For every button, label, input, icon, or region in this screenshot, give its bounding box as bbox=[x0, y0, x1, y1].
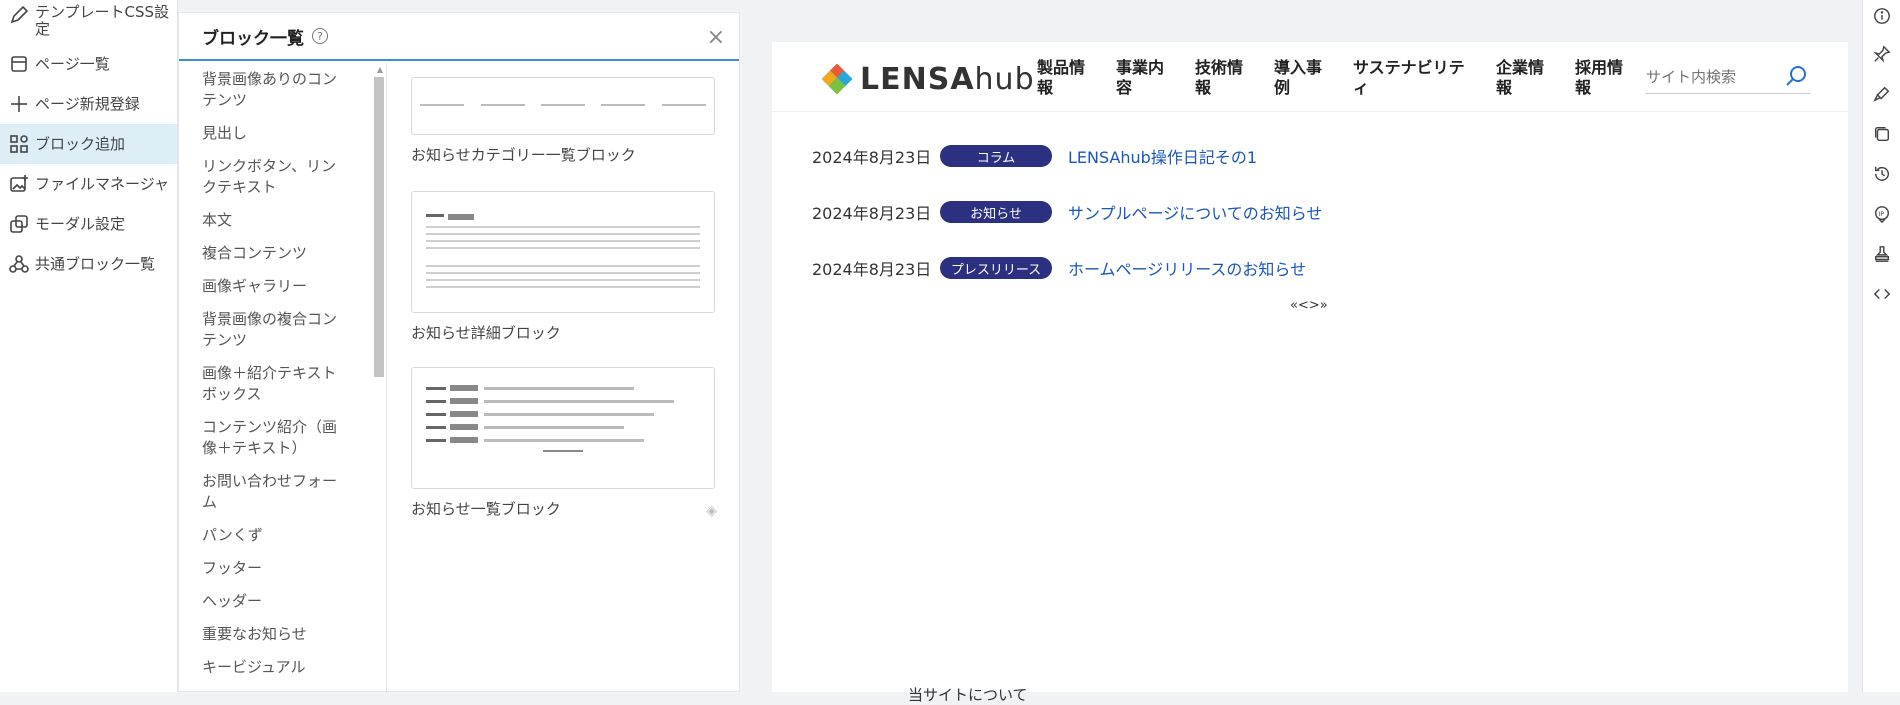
block-panel: ブロック一覧 ? × 背景画像ありのコンテンツ 見出し リンクボタン、リンクテキ… bbox=[178, 12, 740, 693]
logo-main: LENSA bbox=[860, 62, 975, 97]
category-item[interactable]: コンテンツ紹介（画像＋テキスト） bbox=[179, 411, 386, 465]
site-search bbox=[1646, 60, 1810, 94]
category-item[interactable]: 本文 bbox=[179, 204, 386, 237]
nav-label: ブロック追加 bbox=[35, 134, 126, 153]
image-add-icon bbox=[8, 173, 30, 195]
block-thumbnail bbox=[411, 191, 715, 313]
news-tag[interactable]: プレスリリース bbox=[940, 257, 1052, 279]
category-item[interactable]: キービジュアル bbox=[179, 651, 386, 684]
news-tag[interactable]: お知らせ bbox=[940, 201, 1052, 223]
nav-shared-blocks[interactable]: 共通ブロック一覧 bbox=[0, 244, 177, 284]
block-thumbnail bbox=[411, 367, 715, 489]
news-row: 2024年8月23日 コラム LENSAhub操作日記その1 bbox=[812, 128, 1322, 184]
block-thumbnail bbox=[411, 77, 715, 135]
news-list: 2024年8月23日 コラム LENSAhub操作日記その1 2024年8月23… bbox=[812, 128, 1322, 296]
shared-blocks-icon bbox=[8, 253, 30, 275]
block-card[interactable]: お知らせ一覧ブロック ◈ bbox=[411, 367, 717, 519]
right-toolbar: IP bbox=[1862, 0, 1900, 692]
modal-icon bbox=[8, 213, 30, 235]
footer-heading: 当サイトについて bbox=[908, 686, 1028, 704]
category-item[interactable]: パンくず bbox=[179, 519, 386, 552]
nav-label: ページ新規登録 bbox=[35, 94, 140, 113]
page-preview: LENSAhub 製品情報 事業内容 技術情報 導入事例 サステナビリティ 企業… bbox=[772, 42, 1848, 704]
news-tag[interactable]: コラム bbox=[940, 145, 1052, 167]
panel-title: ブロック一覧 bbox=[202, 28, 304, 49]
news-date: 2024年8月23日 bbox=[812, 260, 932, 279]
ip-icon[interactable]: IP bbox=[1872, 204, 1892, 224]
pencil-icon bbox=[8, 4, 30, 26]
svg-text:IP: IP bbox=[1878, 211, 1884, 218]
news-row: 2024年8月23日 お知らせ サンプルページについてのお知らせ bbox=[812, 184, 1322, 240]
nav-page-new[interactable]: ページ新規登録 bbox=[0, 84, 177, 124]
logo-sub: hub bbox=[974, 62, 1035, 97]
nav-label: ページ一覧 bbox=[35, 54, 110, 73]
site-search-input[interactable] bbox=[1646, 67, 1772, 86]
code-icon[interactable] bbox=[1872, 284, 1892, 304]
help-icon[interactable]: ? bbox=[312, 28, 328, 44]
logo-text: LENSAhub bbox=[860, 62, 1035, 97]
nav-label: ファイルマネージャ bbox=[35, 174, 169, 193]
category-item[interactable]: ヘッダー bbox=[179, 585, 386, 618]
news-date: 2024年8月23日 bbox=[812, 204, 932, 223]
stack-icon: ◈ bbox=[706, 503, 717, 519]
category-item[interactable]: 見出し bbox=[179, 117, 386, 150]
nav-label: モーダル設定 bbox=[35, 214, 126, 233]
nav-add-block[interactable]: ブロック追加 bbox=[0, 124, 177, 164]
blocks-icon bbox=[8, 133, 30, 155]
gnav-item[interactable]: 事業内容 bbox=[1116, 58, 1168, 98]
category-item[interactable]: 背景画像の複合コンテンツ bbox=[179, 303, 386, 357]
left-nav: テンプレートCSS設定 ページ一覧 ページ新規登録 ブロック追加 ファイルマネー… bbox=[0, 0, 178, 692]
news-row: 2024年8月23日 プレスリリース ホームページリリースのお知らせ bbox=[812, 240, 1322, 296]
pin-icon[interactable] bbox=[1872, 44, 1892, 64]
news-title-link[interactable]: ホームページリリースのお知らせ bbox=[1068, 256, 1306, 280]
category-scrollbar[interactable] bbox=[374, 77, 384, 377]
block-label: お知らせカテゴリー一覧ブロック bbox=[411, 146, 636, 164]
layers-icon[interactable] bbox=[1872, 124, 1892, 144]
global-nav: 製品情報 事業内容 技術情報 導入事例 サステナビリティ 企業情報 採用情報 bbox=[1037, 58, 1654, 98]
news-title-link[interactable]: LENSAhub操作日記その1 bbox=[1068, 144, 1257, 168]
block-label: お知らせ詳細ブロック bbox=[411, 324, 561, 342]
panel-header: ブロック一覧 ? × bbox=[179, 13, 739, 61]
block-card[interactable]: お知らせカテゴリー一覧ブロック bbox=[411, 77, 717, 165]
site-header: LENSAhub 製品情報 事業内容 技術情報 導入事例 サステナビリティ 企業… bbox=[772, 42, 1848, 112]
category-item[interactable]: 画像ギャラリー bbox=[179, 270, 386, 303]
block-label: お知らせ一覧ブロック bbox=[411, 500, 561, 518]
stamp-icon[interactable] bbox=[1872, 244, 1892, 264]
gnav-item[interactable]: 技術情報 bbox=[1195, 58, 1247, 98]
history-icon[interactable] bbox=[1872, 164, 1892, 184]
search-icon[interactable] bbox=[1784, 64, 1810, 90]
category-item[interactable]: 画像＋紹介テキストボックス bbox=[179, 357, 386, 411]
brush-icon[interactable] bbox=[1872, 84, 1892, 104]
category-item[interactable]: リンクボタン、リンクテキスト bbox=[179, 150, 386, 204]
news-title-link[interactable]: サンプルページについてのお知らせ bbox=[1068, 200, 1322, 224]
nav-page-list[interactable]: ページ一覧 bbox=[0, 44, 177, 84]
plus-icon bbox=[8, 93, 30, 115]
close-icon[interactable]: × bbox=[707, 25, 725, 50]
block-card[interactable]: お知らせ詳細ブロック bbox=[411, 191, 717, 343]
category-item[interactable]: 重要なお知らせ bbox=[179, 618, 386, 651]
category-list: 背景画像ありのコンテンツ 見出し リンクボタン、リンクテキスト 本文 複合コンテ… bbox=[179, 63, 387, 693]
gnav-item[interactable]: サステナビリティ bbox=[1353, 58, 1469, 98]
nav-label: 共通ブロック一覧 bbox=[35, 254, 156, 273]
scroll-up-arrow-icon[interactable]: ▲ bbox=[377, 65, 383, 74]
nav-file-manager[interactable]: ファイルマネージャ bbox=[0, 164, 177, 204]
site-logo[interactable]: LENSAhub bbox=[822, 62, 1035, 97]
lensa-logo-icon bbox=[822, 63, 853, 94]
category-item[interactable]: お問い合わせフォーム bbox=[179, 465, 386, 519]
category-item[interactable]: 背景画像ありのコンテンツ bbox=[179, 63, 386, 117]
nav-label: テンプレートCSS設定 bbox=[35, 3, 170, 38]
nav-modal-settings[interactable]: モーダル設定 bbox=[0, 204, 177, 244]
category-item[interactable]: フッター bbox=[179, 552, 386, 585]
gnav-item[interactable]: 採用情報 bbox=[1575, 58, 1627, 98]
category-item[interactable]: 複合コンテンツ bbox=[179, 237, 386, 270]
gnav-item[interactable]: 企業情報 bbox=[1496, 58, 1548, 98]
info-icon[interactable] bbox=[1872, 6, 1892, 26]
news-date: 2024年8月23日 bbox=[812, 148, 932, 167]
nav-template-css[interactable]: テンプレートCSS設定 bbox=[0, 0, 177, 44]
pagination[interactable]: «<>» bbox=[1290, 298, 1328, 313]
page-list-icon bbox=[8, 53, 30, 75]
gnav-item[interactable]: 製品情報 bbox=[1037, 58, 1089, 98]
gnav-item[interactable]: 導入事例 bbox=[1274, 58, 1326, 98]
